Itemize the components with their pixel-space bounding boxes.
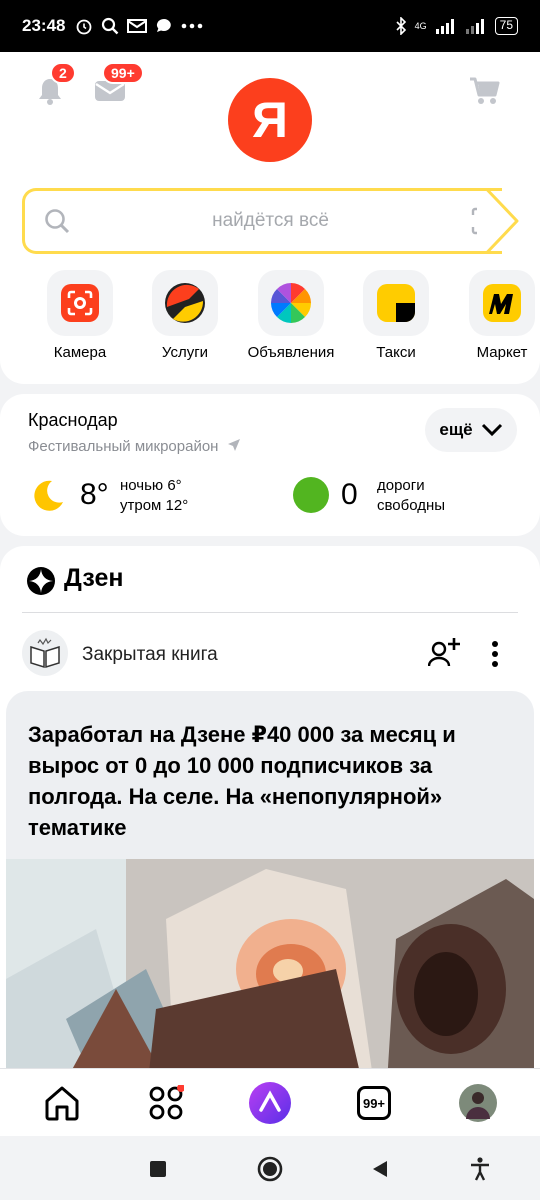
search-icon — [102, 17, 119, 35]
dzen-card: Дзен Закрытая книга Заработал на Дзене ₽… — [0, 546, 540, 1106]
search-input[interactable]: найдётся всё — [71, 210, 470, 232]
traffic-icon — [293, 477, 329, 513]
home-button[interactable] — [257, 1156, 283, 1182]
battery-indicator: 75 — [494, 17, 518, 35]
header-card: 2 99+ Я найдётся всё Камера Услуги Объяв… — [0, 52, 540, 384]
uslugi-tile[interactable] — [152, 270, 218, 336]
district-name: Фестивальный микрорайон — [28, 438, 241, 455]
moon-icon — [34, 480, 63, 511]
service-label: Такси — [376, 344, 416, 361]
market-tile[interactable] — [469, 270, 535, 336]
network-label: 4G — [414, 21, 427, 31]
status-icons — [75, 17, 203, 35]
nav-home[interactable] — [40, 1081, 84, 1125]
alice-icon — [249, 1082, 291, 1124]
cart-button[interactable] — [468, 76, 500, 111]
circle-icon — [257, 1156, 283, 1182]
more-vertical-icon[interactable] — [490, 640, 500, 668]
bluetooth-icon — [396, 17, 406, 35]
more-label: ещё — [439, 420, 473, 439]
service-uslugi[interactable]: Услуги — [130, 270, 240, 361]
service-taxi[interactable]: Такси — [341, 270, 451, 361]
signal-icon — [435, 19, 454, 34]
divider — [22, 612, 518, 613]
traffic-score: 0 — [341, 478, 358, 511]
night-temperature: ночью 6° — [120, 477, 182, 494]
accessibility-button[interactable] — [467, 1156, 493, 1182]
channel-name[interactable]: Закрытая книга — [82, 644, 218, 666]
service-label: Камера — [53, 344, 107, 361]
camera-tile[interactable] — [47, 270, 113, 336]
chevron-down-icon — [481, 423, 502, 437]
recent-apps-button[interactable] — [145, 1156, 171, 1182]
notifications-badge: 2 — [50, 62, 76, 84]
more-button[interactable]: ещё — [425, 408, 517, 452]
alarm-icon — [77, 19, 92, 35]
service-label: Маркет — [476, 344, 528, 361]
nav-alice[interactable] — [248, 1081, 292, 1125]
camera-icon — [61, 284, 99, 322]
channel-avatar[interactable] — [22, 630, 68, 676]
taxi-tile[interactable] — [363, 270, 429, 336]
location-arrow-icon — [227, 439, 240, 451]
article-title[interactable]: Заработал на Дзене ₽40 000 за месяц и вы… — [28, 719, 508, 843]
subscribe-icon[interactable] — [428, 636, 462, 668]
service-ads[interactable]: Объявления — [236, 270, 346, 361]
dzen-logo-icon — [27, 567, 55, 595]
back-button[interactable] — [367, 1156, 393, 1182]
mail-icon — [127, 19, 148, 33]
tabs-counter: 99+ — [357, 1086, 391, 1120]
service-label: Услуги — [161, 344, 209, 361]
article-image[interactable] — [6, 859, 534, 1091]
traffic-line-1: дороги — [377, 477, 425, 494]
status-time: 23:48 — [22, 16, 66, 35]
nav-services[interactable] — [144, 1081, 188, 1125]
cart-icon — [470, 77, 500, 104]
signal-icon-2 — [465, 19, 484, 34]
weather-card[interactable]: Краснодар Фестивальный микрорайон ещё 8°… — [0, 394, 540, 536]
market-icon — [483, 284, 521, 322]
traffic-line-2: свободны — [377, 497, 446, 514]
morning-temperature: утром 12° — [120, 497, 189, 514]
system-nav-bar — [0, 1136, 540, 1200]
temperature: 8° — [80, 478, 109, 511]
dzen-title[interactable]: Дзен — [64, 564, 124, 593]
status-right: 4G 75 — [395, 17, 518, 35]
city-name: Краснодар — [28, 410, 118, 430]
bottom-nav: 99+ — [0, 1068, 540, 1136]
ads-tile[interactable] — [258, 270, 324, 336]
search-arrow-tip — [477, 188, 521, 254]
book-icon — [30, 637, 60, 669]
search-bar[interactable]: найдётся всё — [22, 188, 502, 254]
service-camera[interactable]: Камера — [25, 270, 135, 361]
nav-tabs[interactable]: 99+ — [352, 1081, 396, 1125]
service-label: Объявления — [247, 344, 335, 361]
services-row: Камера Услуги Объявления Такси Маркет — [0, 270, 540, 370]
yandex-logo[interactable]: Я — [228, 78, 312, 162]
article-card[interactable]: Заработал на Дзене ₽40 000 за месяц и вы… — [6, 691, 534, 1091]
more-icon — [182, 23, 203, 29]
taxi-icon — [377, 284, 415, 322]
accessibility-icon — [471, 1157, 489, 1181]
back-triangle-icon — [373, 1161, 387, 1177]
service-market[interactable]: Маркет — [447, 270, 540, 361]
nav-profile[interactable] — [456, 1081, 500, 1125]
chat-icon — [157, 18, 172, 32]
home-icon — [45, 1086, 79, 1121]
search-icon — [45, 209, 70, 234]
square-icon — [150, 1161, 166, 1177]
ads-icon — [271, 283, 311, 323]
status-bar: 23:48 4G 75 — [0, 0, 540, 52]
uslugi-icon — [165, 283, 205, 323]
avatar — [459, 1084, 497, 1122]
mail-badge: 99+ — [102, 62, 144, 84]
services-grid-icon — [149, 1085, 184, 1120]
